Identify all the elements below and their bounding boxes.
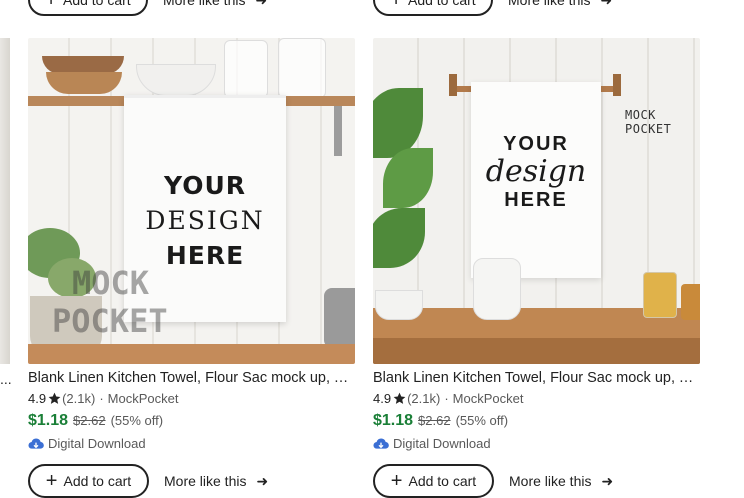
plus-icon: + xyxy=(45,0,57,11)
rating-value: 4.9 xyxy=(373,391,392,406)
watermark: MOCK POCKET xyxy=(52,264,168,340)
card-actions: + Add to cart More like this ➜ xyxy=(373,464,702,498)
review-count: (2.1k) xyxy=(407,391,441,406)
more-like-this-link[interactable]: More like this ➜ xyxy=(508,0,612,9)
listing-title[interactable]: Blank Linen Kitchen Towel, Flour Sac moc… xyxy=(373,370,700,386)
add-to-cart-button[interactable]: + Add to cart xyxy=(28,0,148,16)
sale-price: $1.18 xyxy=(373,412,414,429)
arrow-right-icon: ➜ xyxy=(601,472,614,489)
price-row: $1.18 $2.62 (55% off) xyxy=(373,412,702,430)
discount-badge: (55% off) xyxy=(110,413,164,428)
partial-card-image[interactable] xyxy=(0,38,10,364)
discount-badge: (55% off) xyxy=(455,413,509,428)
arrow-right-icon: ➜ xyxy=(256,472,269,489)
add-to-cart-button[interactable]: + Add to cart xyxy=(28,464,149,498)
download-badge: Digital Download xyxy=(28,436,357,451)
more-like-this-link[interactable]: More like this ➜ xyxy=(163,0,267,9)
rating-row: 4.9 (2.1k) · MockPocket xyxy=(373,391,702,406)
star-icon xyxy=(393,392,406,404)
cloud-download-icon xyxy=(28,437,44,449)
review-count: (2.1k) xyxy=(62,391,96,406)
shop-name[interactable]: MockPocket xyxy=(108,391,179,406)
arrow-right-icon: ➜ xyxy=(600,0,612,9)
rating-row: 4.9 (2.1k) · MockPocket xyxy=(28,391,357,406)
original-price: $2.62 xyxy=(73,413,106,428)
listing-card[interactable]: YOUR design HERE MOCK POCKET Blank Linen… xyxy=(373,38,702,498)
shop-name[interactable]: MockPocket xyxy=(453,391,524,406)
star-icon xyxy=(48,392,61,404)
arrow-right-icon: ➜ xyxy=(255,0,267,9)
listing-title[interactable]: Blank Linen Kitchen Towel, Flour Sac moc… xyxy=(28,370,355,386)
more-like-this-link[interactable]: More like this ➜ xyxy=(509,473,613,490)
rating-value: 4.9 xyxy=(28,391,47,406)
watermark: MOCK POCKET xyxy=(625,108,672,136)
listing-card[interactable]: YOUR DESIGN HERE MOCK POCKET Blank Linen… xyxy=(28,38,357,498)
separator: · xyxy=(99,391,104,406)
top-actions-left: + Add to cart More like this ➜ xyxy=(28,0,267,16)
download-badge: Digital Download xyxy=(373,436,702,451)
plus-icon: + xyxy=(45,470,58,492)
plus-icon: + xyxy=(390,470,403,492)
card-actions: + Add to cart More like this ➜ xyxy=(28,464,357,498)
separator: · xyxy=(444,391,449,406)
add-to-cart-button[interactable]: + Add to cart xyxy=(373,0,493,16)
original-price: $2.62 xyxy=(418,413,451,428)
price-row: $1.18 $2.62 (55% off) xyxy=(28,412,357,430)
partial-card-title[interactable]: ... xyxy=(0,371,12,387)
listing-image[interactable]: YOUR DESIGN HERE MOCK POCKET xyxy=(28,38,355,364)
top-actions-right: + Add to cart More like this ➜ xyxy=(373,0,612,16)
more-like-this-link[interactable]: More like this ➜ xyxy=(164,473,268,490)
listing-image[interactable]: YOUR design HERE MOCK POCKET xyxy=(373,38,700,364)
cloud-download-icon xyxy=(373,437,389,449)
towel-mockup: YOUR design HERE xyxy=(471,82,601,278)
sale-price: $1.18 xyxy=(28,412,69,429)
add-to-cart-button[interactable]: + Add to cart xyxy=(373,464,494,498)
plus-icon: + xyxy=(390,0,402,11)
